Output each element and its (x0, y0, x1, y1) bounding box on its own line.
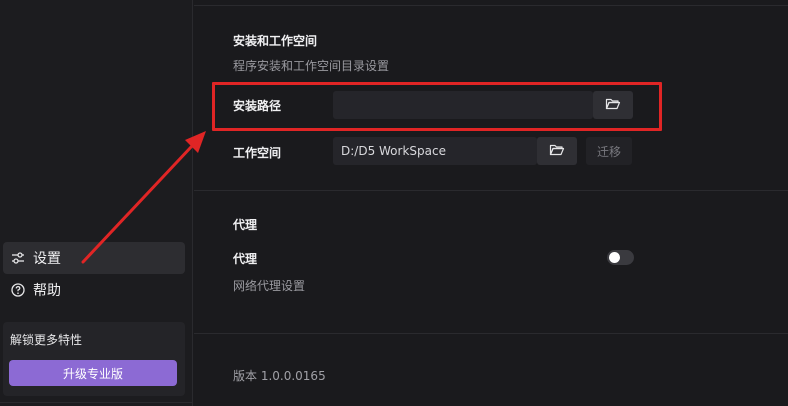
version-text: 版本 1.0.0.0165 (233, 369, 326, 383)
workspace-path-input[interactable] (333, 137, 537, 165)
settings-panel: 安装和工作空间 程序安装和工作空间目录设置 安装路径 工作空间 迁移 (194, 0, 788, 406)
sidebar-item-help[interactable]: 帮助 (3, 274, 185, 306)
app-window: 设置 帮助 解锁更多特性 升级专业版 安装和工作空间 程序安装和工作空间目录设置… (0, 0, 788, 406)
install-section-subtitle: 程序安装和工作空间目录设置 (233, 59, 390, 73)
sidebar-item-label: 帮助 (33, 283, 61, 299)
install-section-title: 安装和工作空间 (233, 34, 318, 48)
proxy-label: 代理 (233, 252, 258, 266)
toggle-knob (609, 252, 620, 263)
upgrade-pro-button[interactable]: 升级专业版 (9, 360, 177, 386)
sidebar-item-label: 设置 (33, 251, 61, 267)
upgrade-card: 解锁更多特性 升级专业版 (3, 322, 185, 396)
proxy-toggle[interactable] (607, 250, 634, 265)
help-circle-icon (10, 282, 26, 298)
section-divider (194, 190, 788, 191)
workspace-browse-button[interactable] (537, 137, 577, 165)
sidebar: 设置 帮助 解锁更多特性 升级专业版 (0, 0, 193, 406)
top-divider (194, 5, 788, 6)
highlight-annotation-box (212, 82, 662, 131)
folder-open-icon (549, 142, 565, 161)
workspace-label: 工作空间 (233, 146, 282, 160)
sidebar-item-settings[interactable]: 设置 (3, 242, 185, 274)
proxy-subtitle: 网络代理设置 (233, 279, 306, 293)
upgrade-title: 解锁更多特性 (10, 333, 83, 347)
migrate-button[interactable]: 迁移 (586, 137, 632, 165)
section-divider (194, 333, 788, 334)
proxy-section-title: 代理 (233, 218, 258, 232)
sidebar-divider (0, 402, 193, 403)
sliders-icon (10, 250, 26, 266)
